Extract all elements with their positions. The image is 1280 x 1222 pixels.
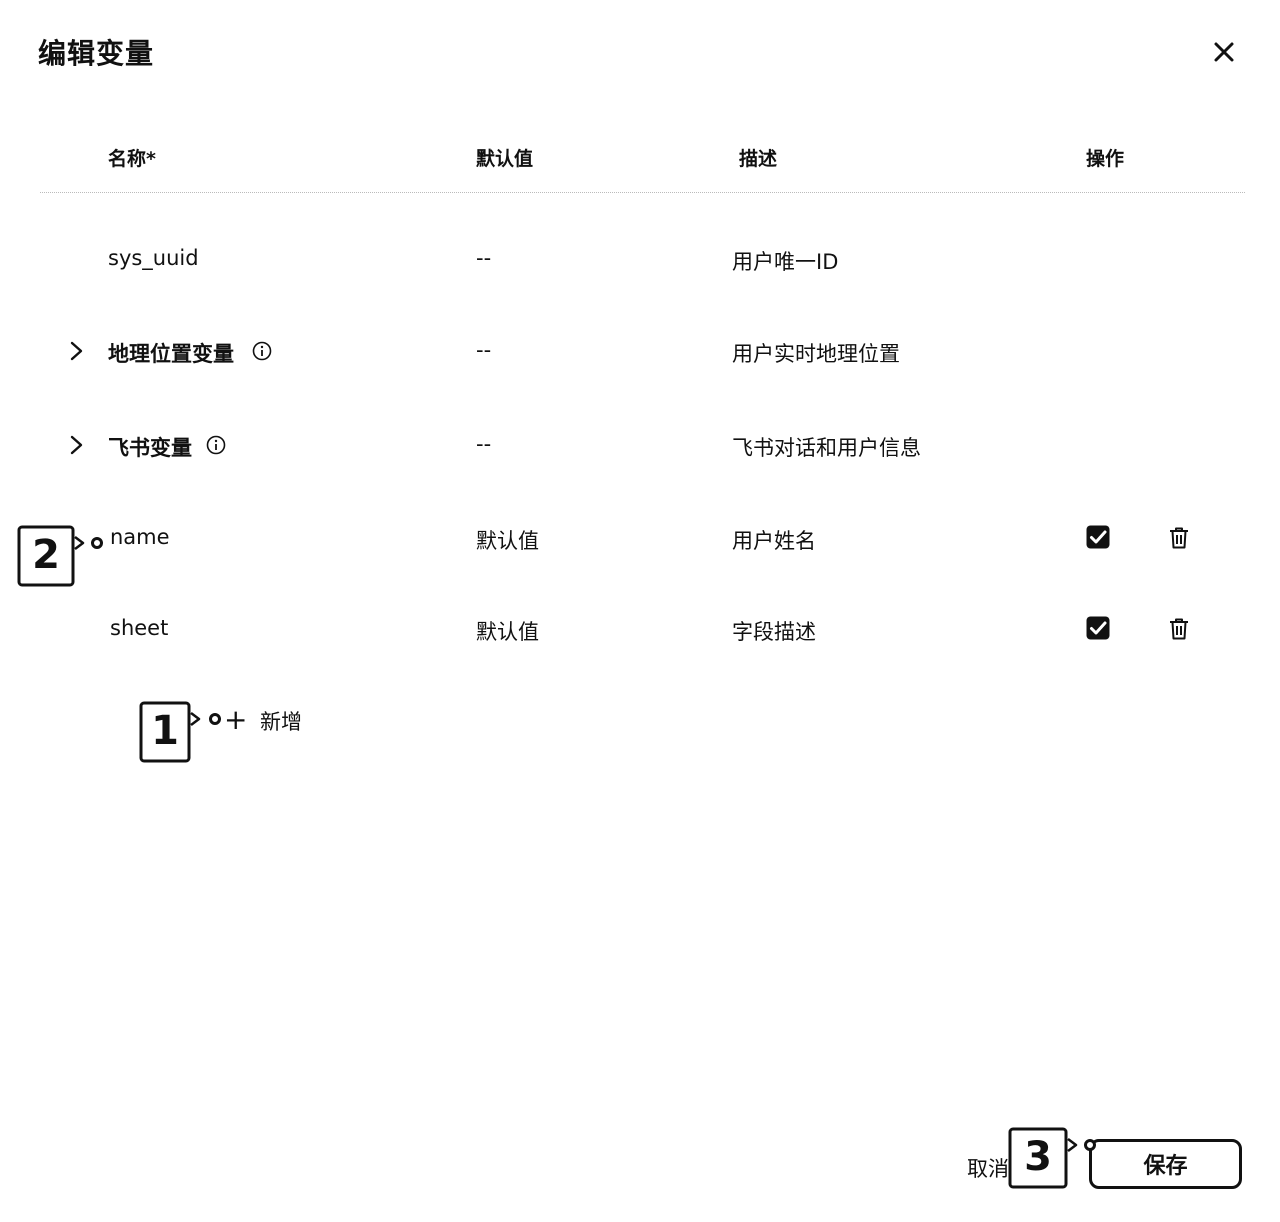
annotation-marker-label: 3 [1024, 1134, 1052, 1180]
variable-default[interactable]: 默认值 [476, 616, 539, 646]
annotation-marker-label: 1 [151, 708, 179, 754]
variable-default: -- [476, 246, 492, 270]
variable-description: 用户唯一ID [732, 250, 839, 274]
chevron-right-icon[interactable] [66, 434, 86, 456]
save-button[interactable]: 保存 [1089, 1139, 1242, 1189]
trash-icon[interactable] [1168, 617, 1190, 641]
variable-default: -- [476, 338, 492, 362]
variable-default[interactable]: 默认值 [476, 525, 539, 555]
annotation-marker-2: 2 [17, 525, 109, 589]
variable-name: sys_uuid [108, 246, 199, 270]
annotation-marker-3: 3 [1008, 1127, 1098, 1191]
info-icon[interactable] [252, 341, 272, 361]
variable-description: 飞书对话和用户信息 [732, 436, 921, 460]
header-divider [40, 192, 1245, 193]
column-header-default: 默认值 [476, 148, 534, 170]
variable-default: -- [476, 432, 492, 456]
close-icon[interactable] [1206, 34, 1242, 70]
variable-description[interactable]: 字段描述 [732, 616, 816, 646]
annotation-marker-label: 2 [32, 532, 60, 578]
variable-description[interactable]: 用户姓名 [732, 525, 816, 555]
column-header-operations: 操作 [1086, 148, 1125, 170]
info-icon[interactable] [206, 435, 226, 455]
variable-name: 飞书变量 [108, 436, 192, 460]
trash-icon[interactable] [1168, 526, 1190, 550]
plus-icon: + [224, 703, 248, 736]
variable-name[interactable]: sheet [110, 616, 168, 640]
checked-checkbox-icon[interactable] [1085, 615, 1111, 641]
cancel-button[interactable]: 取消 [967, 1153, 1009, 1183]
variable-name: 地理位置变量 [108, 342, 234, 366]
chevron-right-icon[interactable] [66, 340, 86, 362]
add-variable-label: 新增 [260, 710, 302, 734]
variable-name[interactable]: name [110, 525, 170, 549]
edit-variables-dialog: 编辑变量 名称* 默认值 描述 操作 sys_uuid -- 用户唯一ID 地理… [0, 0, 1280, 1222]
checked-checkbox-icon[interactable] [1085, 524, 1111, 550]
column-header-name: 名称* [108, 148, 156, 170]
variable-description: 用户实时地理位置 [732, 342, 900, 366]
column-header-description: 描述 [739, 148, 778, 170]
dialog-title: 编辑变量 [38, 37, 155, 70]
annotation-marker-1: 1 [139, 701, 225, 765]
